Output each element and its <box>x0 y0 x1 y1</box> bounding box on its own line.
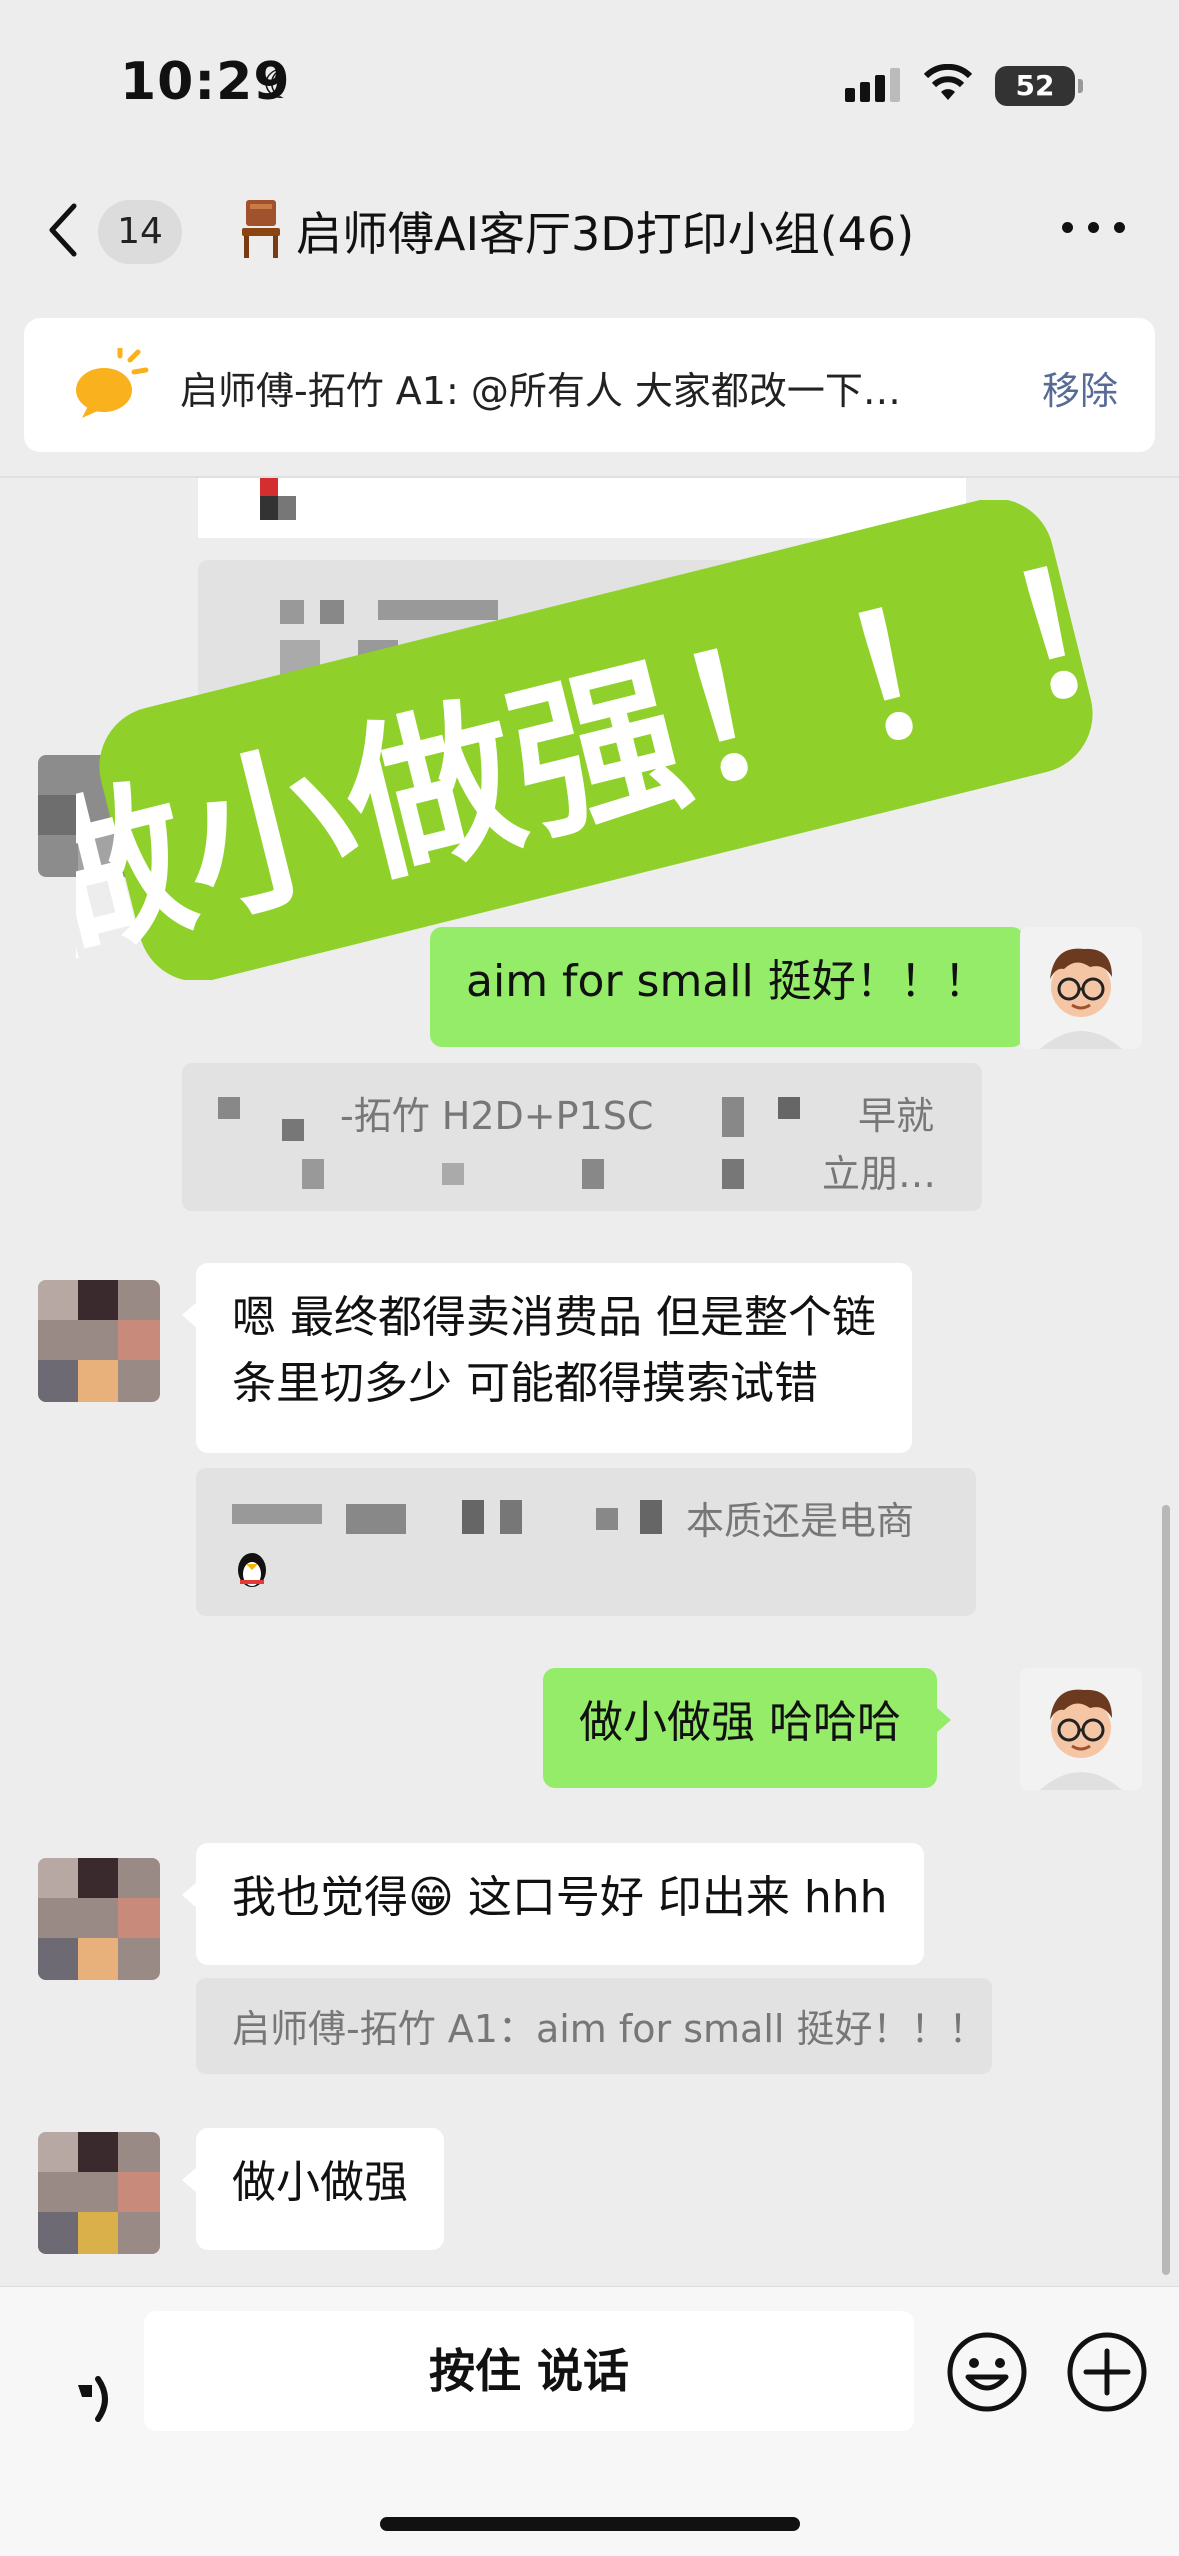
message-bubble[interactable]: 嗯 最终都得卖消费品 但是整个链 条里切多少 可能都得摸索试错 <box>182 1263 912 1453</box>
emoji-icon[interactable] <box>946 2331 1028 2413</box>
grin-emoji-icon: 😁 <box>408 1872 454 1923</box>
chair-icon <box>242 200 280 258</box>
my-message-bubble[interactable]: aim for small 挺好！！！ <box>430 927 1038 1047</box>
voice-icon[interactable] <box>68 2367 122 2431</box>
hold-to-talk-button[interactable]: 按住 说话 <box>144 2311 914 2431</box>
quote-text-right-2: 立朋… <box>822 1152 937 1196</box>
battery-icon: 52 <box>995 66 1083 106</box>
message-line-2: 条里切多少 可能都得摸索试错 <box>232 1358 818 1409</box>
sender-avatar[interactable] <box>38 2132 160 2254</box>
input-bar: 按住 说话 <box>0 2286 1179 2556</box>
penguin-icon <box>232 1550 272 1590</box>
quote-text: 启师傅-拓竹 A1：aim for small 挺好！！！ <box>232 2007 987 2051</box>
cartoon-avatar-icon <box>1020 1668 1142 1790</box>
sticker-text: 做小做强！！！ <box>76 512 1116 980</box>
my-message-bubble[interactable]: 做小做强 哈哈哈 <box>543 1668 951 1788</box>
message-line-1: 嗯 最终都得卖消费品 但是整个链 <box>232 1292 876 1343</box>
scrollbar[interactable] <box>1162 1505 1170 2275</box>
quoted-message[interactable]: 本质还是电商 <box>196 1468 976 1616</box>
status-bar: 10:29 ☾ 52 <box>0 0 1179 170</box>
message-text: 这口号好 印出来 hhh <box>453 1872 888 1923</box>
message-text: 我也觉得 <box>232 1872 408 1923</box>
pinned-notice[interactable]: 启师傅-拓竹 A1: @所有人 大家都改一下… 移除 <box>24 318 1155 452</box>
chat-header: 14 启师傅AI客厅3D打印小组(46) <box>0 170 1179 290</box>
message-text: aim for small 挺好！！！ <box>466 956 988 1007</box>
quoted-message[interactable]: 启师傅-拓竹 A1：aim for small 挺好！！！ <box>196 1978 992 2074</box>
quote-text-right-1: 早就 <box>858 1094 935 1138</box>
moon-icon: ☾ <box>262 62 298 108</box>
quote-text: -拓竹 H2D+P1SC <box>340 1094 654 1138</box>
sender-avatar[interactable] <box>38 1280 160 1402</box>
battery-level: 52 <box>1015 69 1055 102</box>
my-avatar[interactable] <box>1020 927 1142 1049</box>
message-bubble[interactable]: 做小做强 <box>182 2128 444 2250</box>
remove-notice-link[interactable]: 移除 <box>1042 360 1118 415</box>
sender-avatar[interactable] <box>38 1858 160 1980</box>
quoted-message[interactable]: -拓竹 H2D+P1SC 早就 立朋… <box>182 1063 982 1211</box>
announcement-icon <box>76 348 149 418</box>
group-title: 启师傅AI客厅3D打印小组(46) <box>296 207 915 261</box>
plus-icon[interactable] <box>1066 2331 1148 2413</box>
cellular-signal-icon <box>845 68 900 102</box>
wifi-icon <box>923 64 973 100</box>
home-indicator[interactable] <box>380 2517 800 2531</box>
sticker-image: 做小做强！！！ <box>76 500 1116 980</box>
message-text: 做小做强 <box>232 2157 408 2208</box>
message-text: 做小做强 哈哈哈 <box>579 1697 901 1748</box>
message-bubble[interactable]: 我也觉得😁 这口号好 印出来 hhh <box>182 1843 924 1965</box>
more-options-button[interactable] <box>1062 208 1126 248</box>
cartoon-avatar-icon <box>1020 927 1142 1049</box>
back-arrow-icon[interactable] <box>44 200 84 260</box>
my-avatar[interactable] <box>1020 1668 1142 1790</box>
quote-text: 本质还是电商 <box>686 1499 915 1543</box>
unread-count-badge[interactable]: 14 <box>98 200 182 264</box>
notice-text: 启师傅-拓竹 A1: @所有人 大家都改一下… <box>180 369 901 413</box>
